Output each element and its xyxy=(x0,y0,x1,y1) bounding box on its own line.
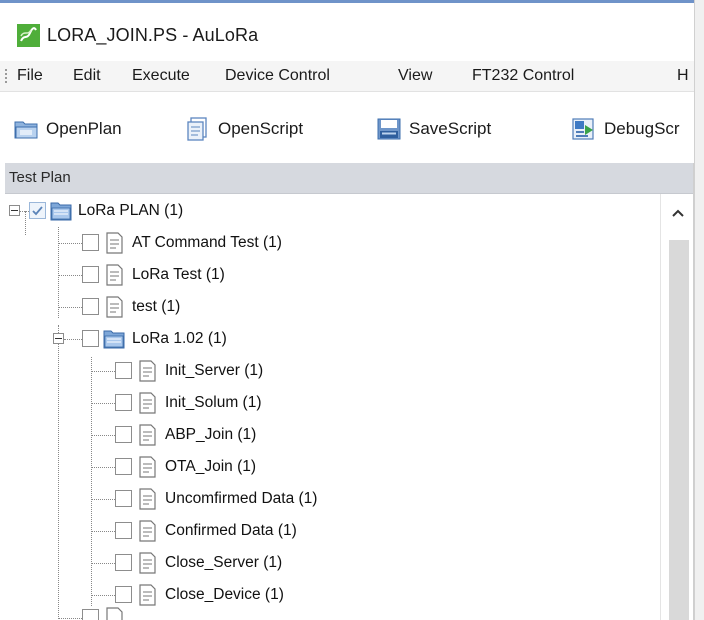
tree-connector xyxy=(91,371,115,372)
tree-item-abp-join[interactable]: ABP_Join (1) xyxy=(165,426,256,444)
debug-script-button[interactable]: DebugScr xyxy=(572,116,680,142)
tree-connector xyxy=(91,403,115,404)
folder-open-icon xyxy=(14,121,38,139)
test-plan-title: Test Plan xyxy=(9,169,71,186)
tree-connector xyxy=(58,325,59,617)
script-document-icon xyxy=(139,552,156,574)
debug-script-label: DebugScr xyxy=(604,119,680,138)
tree-checkbox[interactable] xyxy=(82,266,99,283)
tree-connector xyxy=(91,499,115,500)
tree-checkbox[interactable] xyxy=(115,586,132,603)
collapse-toggle[interactable] xyxy=(53,333,64,344)
tree-item-lora-102[interactable]: LoRa 1.02 (1) xyxy=(132,330,227,348)
tree-item-lora-plan[interactable]: LoRa PLAN (1) xyxy=(78,202,183,220)
open-plan-button[interactable]: OpenPlan xyxy=(14,116,122,142)
tree-connector xyxy=(91,467,115,468)
menu-edit[interactable]: Edit xyxy=(73,67,101,85)
tree-connector xyxy=(91,563,115,564)
script-document-icon xyxy=(106,232,123,254)
checkmark-icon xyxy=(32,206,43,216)
test-plan-header: Test Plan xyxy=(5,163,693,194)
chevron-up-icon[interactable] xyxy=(671,208,685,218)
tree-connector xyxy=(91,357,92,606)
tree-connector xyxy=(58,227,59,318)
tree-checkbox[interactable] xyxy=(29,202,46,219)
script-document-icon xyxy=(139,424,156,446)
tree-connector xyxy=(58,275,82,276)
tree-checkbox-partial[interactable] xyxy=(82,609,99,620)
tree-checkbox[interactable] xyxy=(115,458,132,475)
tree-connector xyxy=(20,211,29,212)
open-script-label: OpenScript xyxy=(218,119,304,138)
app-logo-icon xyxy=(17,24,40,47)
script-document-icon xyxy=(106,607,123,620)
toolbar: OpenPlan OpenScript SaveScript DebugScr xyxy=(0,92,694,163)
menu-ft232-control[interactable]: FT232 Control xyxy=(472,67,574,85)
menu-device-control[interactable]: Device Control xyxy=(225,67,330,85)
tree-connector xyxy=(58,243,82,244)
menu-grip-handle[interactable] xyxy=(5,69,7,83)
save-script-label: SaveScript xyxy=(409,119,492,138)
tree-item-at-command-test[interactable]: AT Command Test (1) xyxy=(132,234,282,252)
tree-connector xyxy=(25,211,26,235)
tree-item-ota-join[interactable]: OTA_Join (1) xyxy=(165,458,256,476)
tree-item-test[interactable]: test (1) xyxy=(132,298,180,316)
tree-checkbox[interactable] xyxy=(115,394,132,411)
tree-connector xyxy=(91,435,115,436)
menu-view[interactable]: View xyxy=(398,67,432,85)
tree-scrollbar[interactable] xyxy=(660,194,693,620)
open-script-button[interactable]: OpenScript xyxy=(186,116,303,142)
tree-checkbox[interactable] xyxy=(115,554,132,571)
script-document-icon xyxy=(139,360,156,382)
menu-bar: File Edit Execute Device Control View FT… xyxy=(0,61,694,92)
debug-icon xyxy=(572,118,594,140)
tree-checkbox[interactable] xyxy=(115,490,132,507)
tree-item-init-server[interactable]: Init_Server (1) xyxy=(165,362,263,380)
tree-item-lora-test[interactable]: LoRa Test (1) xyxy=(132,266,225,284)
script-document-icon xyxy=(106,264,123,286)
script-document-icon xyxy=(139,392,156,414)
folder-icon xyxy=(103,330,125,349)
tree-checkbox[interactable] xyxy=(82,234,99,251)
tree-item-close-device[interactable]: Close_Device (1) xyxy=(165,586,284,604)
folder-icon xyxy=(50,202,72,221)
test-plan-panel: Test Plan LoRa PLAN (1) AT Command Test … xyxy=(5,163,694,620)
document-icon xyxy=(187,117,207,141)
test-plan-tree[interactable]: LoRa PLAN (1) AT Command Test (1) LoRa T… xyxy=(5,194,660,620)
tree-connector xyxy=(58,307,82,308)
menu-execute[interactable]: Execute xyxy=(132,67,190,85)
tree-checkbox[interactable] xyxy=(115,362,132,379)
save-icon xyxy=(377,118,401,140)
tree-item-uncomfirmed-data[interactable]: Uncomfirmed Data (1) xyxy=(165,490,317,508)
scrollbar-thumb[interactable] xyxy=(669,240,689,620)
tree-connector xyxy=(91,595,115,596)
script-document-icon xyxy=(139,520,156,542)
tree-connector xyxy=(91,531,115,532)
script-document-icon xyxy=(139,456,156,478)
tree-item-close-server[interactable]: Close_Server (1) xyxy=(165,554,282,572)
save-script-button[interactable]: SaveScript xyxy=(377,116,491,142)
title-bar: LORA_JOIN.PS - AuLoRa xyxy=(0,3,694,61)
collapse-toggle[interactable] xyxy=(9,205,20,216)
splitter-pane[interactable] xyxy=(694,0,704,620)
tree-item-confirmed-data[interactable]: Confirmed Data (1) xyxy=(165,522,297,540)
menu-help[interactable]: H xyxy=(677,67,689,85)
script-document-icon xyxy=(139,584,156,606)
script-document-icon xyxy=(139,488,156,510)
tree-connector xyxy=(58,618,82,619)
window-title: LORA_JOIN.PS - AuLoRa xyxy=(47,25,259,45)
script-document-icon xyxy=(106,296,123,318)
open-plan-label: OpenPlan xyxy=(46,119,122,138)
menu-file[interactable]: File xyxy=(17,67,43,85)
tree-checkbox[interactable] xyxy=(115,522,132,539)
tree-item-init-solum[interactable]: Init_Solum (1) xyxy=(165,394,261,412)
tree-checkbox[interactable] xyxy=(115,426,132,443)
tree-checkbox[interactable] xyxy=(82,298,99,315)
tree-connector xyxy=(64,339,82,340)
tree-checkbox[interactable] xyxy=(82,330,99,347)
